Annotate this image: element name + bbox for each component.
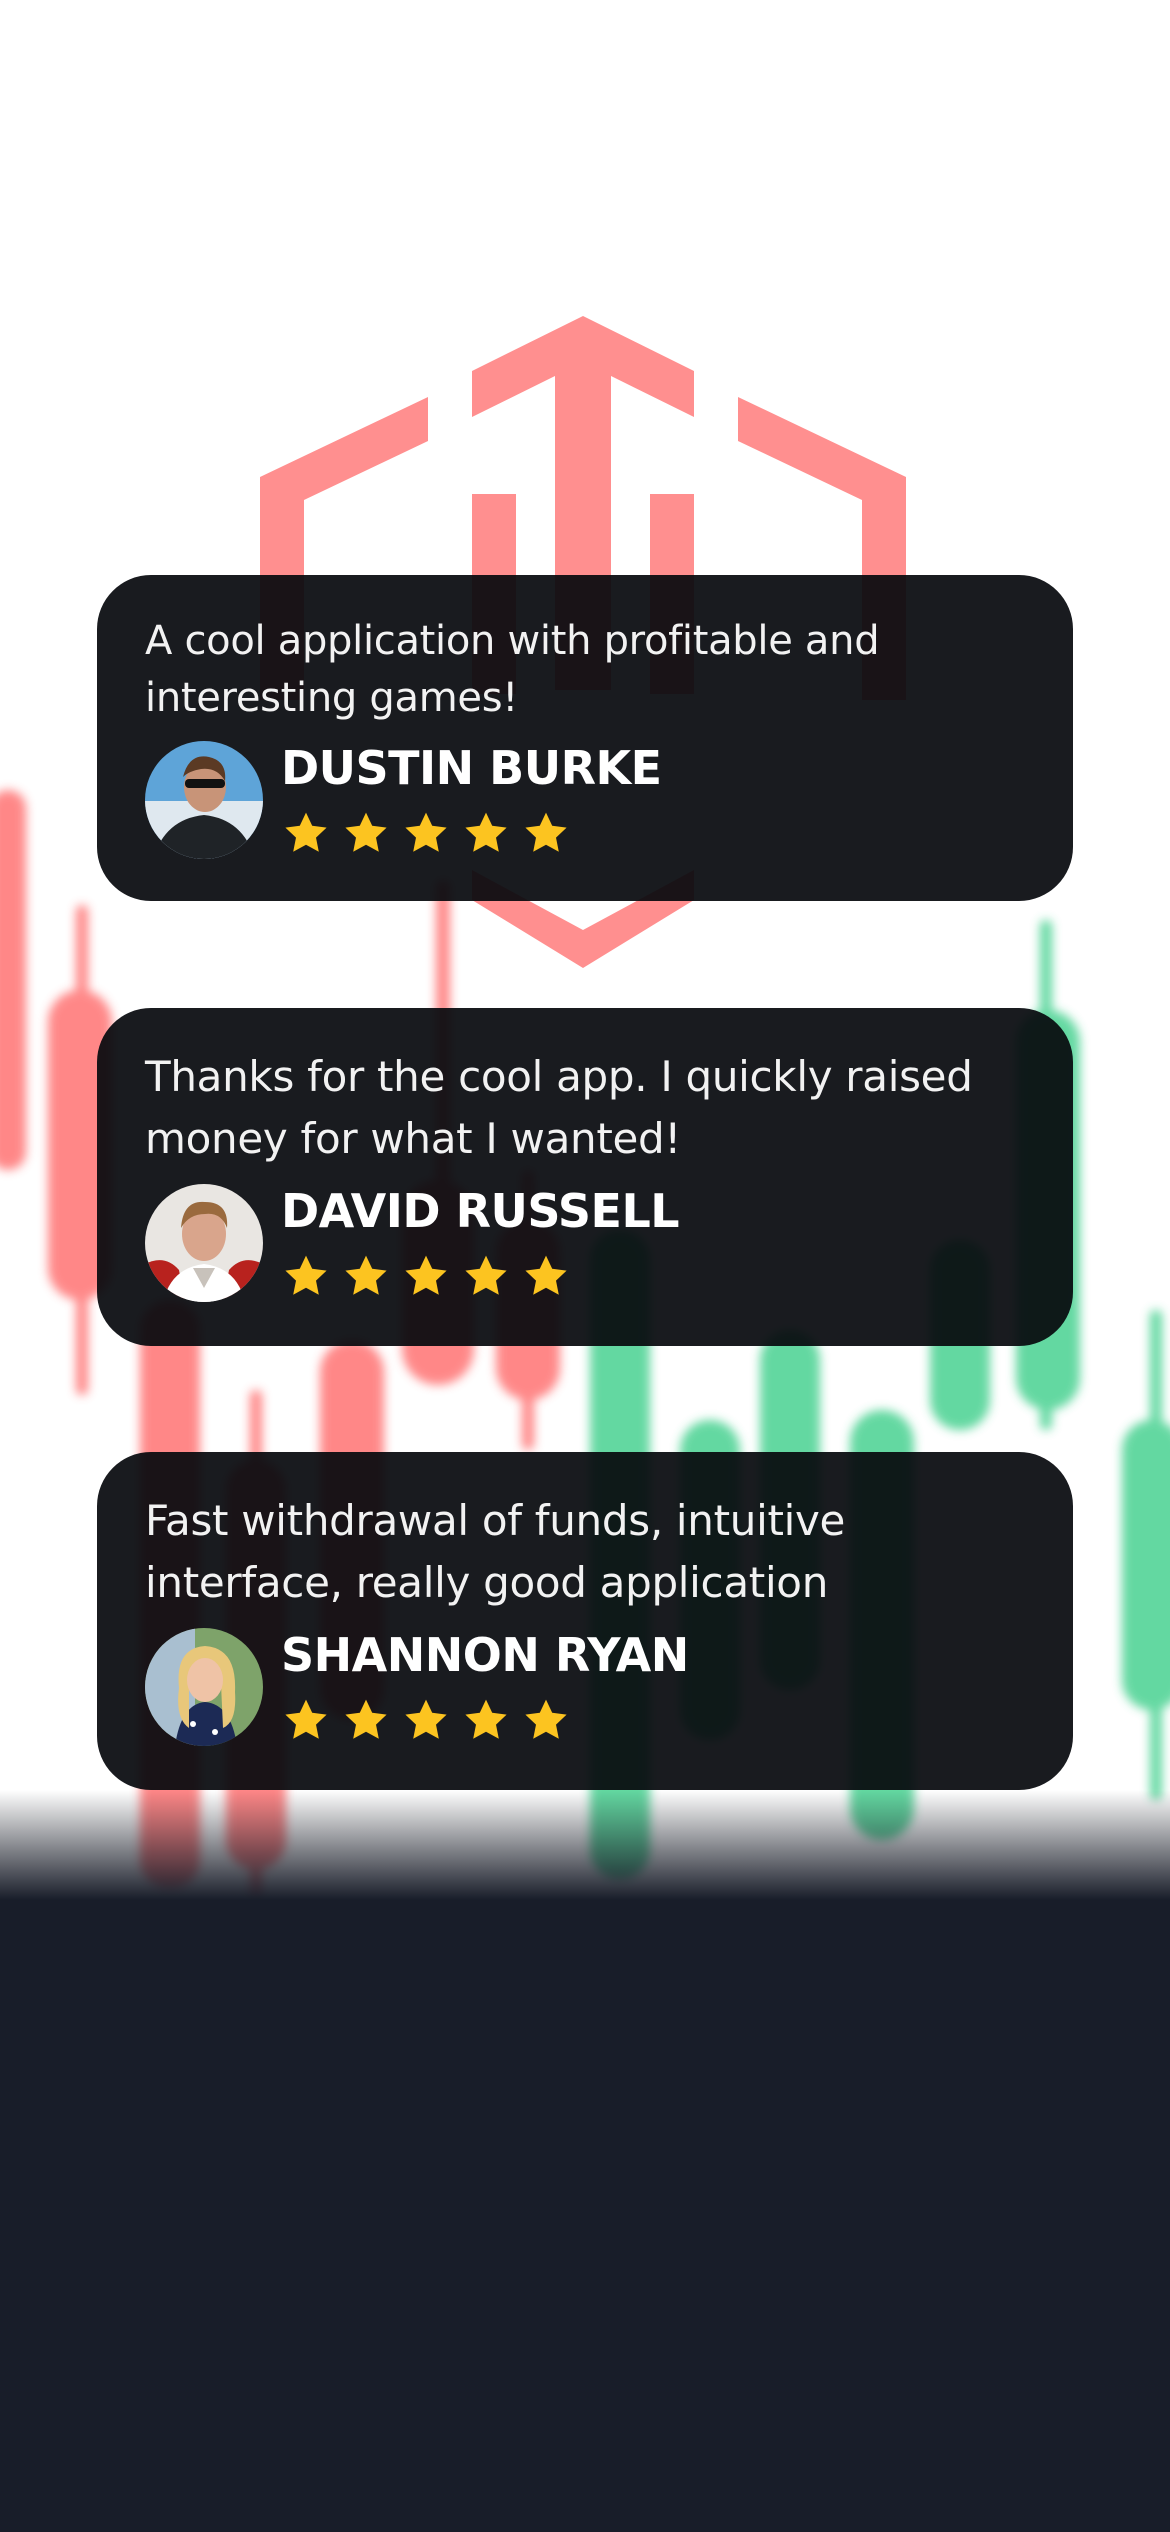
star-icon <box>345 812 387 852</box>
review-card: A cool application with profitable and i… <box>97 575 1073 901</box>
star-icon <box>525 1255 567 1295</box>
author-name: DUSTIN BURKE <box>281 741 662 795</box>
star-rating <box>281 1696 689 1744</box>
author-info: DUSTIN BURKE <box>281 741 662 857</box>
candle <box>0 790 26 1170</box>
review-card: Fast withdrawal of funds, intuitive inte… <box>97 1452 1073 1790</box>
author-row: DUSTIN BURKE <box>145 741 1025 859</box>
author-name: DAVID RUSSELL <box>281 1184 680 1238</box>
star-icon <box>405 812 447 852</box>
review-text: A cool application with profitable and i… <box>145 618 880 721</box>
author-row: DAVID RUSSELL <box>145 1184 1025 1302</box>
star-icon <box>405 1255 447 1295</box>
star-icon <box>285 1255 327 1295</box>
author-name: SHANNON RYAN <box>281 1628 689 1682</box>
star-icon <box>285 1699 327 1739</box>
avatar <box>145 1628 263 1746</box>
author-info: DAVID RUSSELL <box>281 1184 680 1300</box>
review-text: Thanks for the cool app. I quickly raise… <box>145 1052 973 1163</box>
bottom-panel <box>0 1790 1170 2532</box>
star-icon <box>285 812 327 852</box>
review-card: Thanks for the cool app. I quickly raise… <box>97 1008 1073 1346</box>
review-text: Fast withdrawal of funds, intuitive inte… <box>145 1496 846 1607</box>
star-icon <box>525 812 567 852</box>
author-info: SHANNON RYAN <box>281 1628 689 1744</box>
star-icon <box>465 812 507 852</box>
star-rating <box>281 809 662 857</box>
avatar <box>145 741 263 859</box>
candle <box>1122 1420 1170 1710</box>
star-icon <box>345 1255 387 1295</box>
star-icon <box>345 1699 387 1739</box>
star-icon <box>405 1699 447 1739</box>
star-icon <box>465 1255 507 1295</box>
star-icon <box>525 1699 567 1739</box>
star-icon <box>465 1699 507 1739</box>
star-rating <box>281 1252 679 1300</box>
author-row: SHANNON RYAN <box>145 1628 1025 1746</box>
avatar <box>145 1184 263 1302</box>
